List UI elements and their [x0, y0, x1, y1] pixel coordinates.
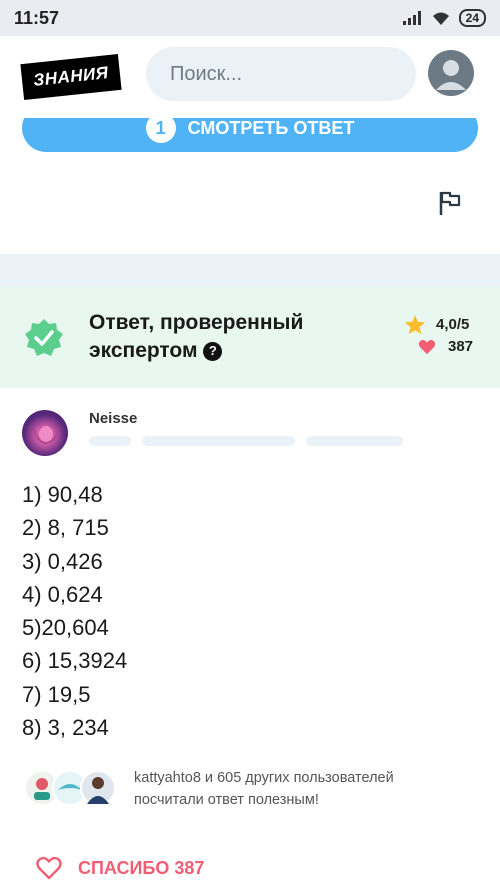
report-flag-icon[interactable] [438, 190, 462, 216]
thanks-button[interactable]: СПАСИБО 387 [36, 856, 204, 880]
user-icon [436, 60, 466, 90]
likes: 387 [418, 338, 473, 355]
answer-line: 5)20,604 [22, 615, 109, 641]
answer-line: 3) 0,426 [22, 548, 103, 574]
app-header-overlay: ЗНАНИЯ [0, 36, 500, 118]
user-avatar-overlay[interactable] [428, 50, 474, 96]
answer-line: 8) 3, 234 [22, 715, 109, 741]
status-icons: 24 [402, 9, 486, 27]
skeleton-bar [306, 436, 403, 446]
znaniya-logo-overlay[interactable]: ЗНАНИЯ [20, 53, 122, 101]
signal-icon [402, 11, 421, 25]
voter-avatar-image-icon [87, 777, 109, 804]
answer-content: 1) 90,48 2) 8, 715 3) 0,426 4) 0,624 5)2… [22, 478, 127, 744]
answer-line: 1) 90,48 [22, 482, 103, 507]
help-icon[interactable]: ? [203, 341, 223, 361]
answer-line: 6) 15,3924 [22, 648, 128, 674]
view-answer-label: СМОТРЕТЬ ОТВЕТ [187, 117, 355, 138]
answer-line: 7) 19,5 [22, 681, 91, 707]
author-avatar-image-icon [33, 426, 59, 445]
expert-title: Ответ, проверенный экспертом ? [89, 309, 389, 365]
heart-outline-icon [36, 856, 62, 880]
verified-badge-icon [25, 319, 63, 356]
status-time: 11:57 [14, 7, 60, 28]
search-bar-overlay[interactable] [146, 47, 435, 101]
answer-line: 2) 8, 715 [22, 515, 109, 541]
skeleton-bar [142, 436, 295, 446]
voter-avatars[interactable] [24, 770, 124, 810]
voter-avatar [80, 770, 116, 806]
likes-count: 387 [448, 338, 474, 355]
author-name[interactable]: Neisse [89, 410, 137, 427]
expert-title-line1: Ответ, проверенный [89, 311, 304, 334]
search-input-overlay[interactable] [170, 62, 435, 86]
wifi-icon [432, 12, 449, 25]
heart-icon [418, 339, 436, 354]
rating-value: 4,0/5 [436, 316, 470, 333]
answer-line: 4) 0,624 [22, 581, 103, 607]
thanks-label: СПАСИБО 387 [78, 857, 205, 878]
helpful-line1: kattyahto8 и 605 других пользователей [134, 770, 394, 786]
battery-indicator: 24 [458, 9, 486, 27]
author-avatar[interactable] [22, 410, 68, 456]
helpful-line2: посчитали ответ полезным! [134, 792, 319, 808]
star-icon [404, 314, 426, 335]
skeleton-bar [89, 436, 131, 446]
helpful-text: kattyahto8 и 605 других пользователей по… [134, 767, 474, 811]
rating: 4,0/5 [404, 314, 469, 335]
expert-verified-banner: Ответ, проверенный экспертом ? 4,0/5 387 [0, 286, 500, 388]
expert-title-line2: экспертом [89, 339, 198, 362]
section-divider [0, 254, 500, 286]
status-bar: 11:57 24 [0, 0, 500, 36]
